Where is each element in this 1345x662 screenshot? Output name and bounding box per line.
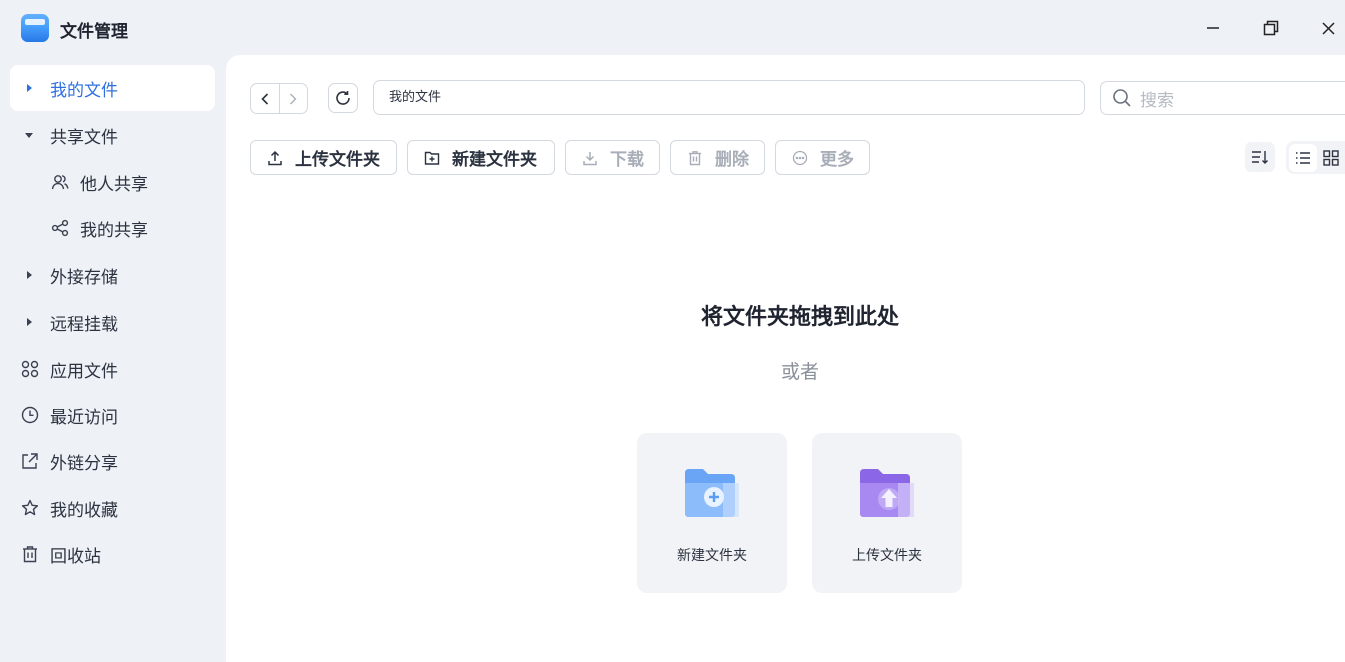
external-link-icon bbox=[20, 452, 40, 470]
sidebar-item-recent[interactable]: 最近访问 bbox=[10, 392, 215, 438]
path-bar[interactable]: 我的文件 bbox=[373, 80, 1085, 115]
grid-view-button[interactable] bbox=[1317, 144, 1345, 172]
close-button[interactable] bbox=[1314, 14, 1342, 42]
app-title: 文件管理 bbox=[60, 22, 128, 42]
forward-button[interactable] bbox=[280, 84, 308, 113]
sidebar: 我的文件 共享文件 他人共享 我的共享 外接存储 远程挂载 应用文件 最近访问 … bbox=[0, 56, 225, 662]
sidebar-item-label: 回收站 bbox=[50, 546, 101, 567]
sort-icon bbox=[1252, 151, 1268, 164]
sidebar-item-label: 外链分享 bbox=[50, 453, 118, 474]
delete-label: 删除 bbox=[715, 150, 749, 170]
sidebar-item-label: 我的收藏 bbox=[50, 500, 118, 521]
close-icon bbox=[1321, 21, 1335, 35]
upload-folder-icon bbox=[860, 469, 914, 517]
chevron-left-icon bbox=[261, 92, 268, 105]
upload-folder-card[interactable]: 上传文件夹 bbox=[812, 433, 962, 593]
search-input[interactable]: 搜索 bbox=[1100, 81, 1345, 115]
sidebar-item-label: 共享文件 bbox=[50, 127, 118, 148]
title-bar: 文件管理 bbox=[0, 0, 1345, 56]
new-folder-card-label: 新建文件夹 bbox=[677, 548, 747, 564]
star-icon bbox=[20, 499, 40, 517]
new-folder-card[interactable]: 新建文件夹 bbox=[637, 433, 787, 593]
sort-button[interactable] bbox=[1245, 142, 1275, 172]
sidebar-item-label: 我的共享 bbox=[80, 220, 148, 241]
caret-right-icon bbox=[23, 270, 35, 280]
caret-right-icon bbox=[23, 83, 35, 93]
upload-folder-button[interactable]: 上传文件夹 bbox=[250, 140, 397, 175]
drop-zone-or: 或者 bbox=[780, 361, 819, 383]
apps-icon bbox=[20, 360, 40, 378]
refresh-icon bbox=[336, 91, 350, 105]
restore-icon bbox=[1263, 20, 1279, 36]
search-placeholder: 搜索 bbox=[1140, 90, 1174, 111]
more-label: 更多 bbox=[820, 150, 854, 170]
new-folder-icon bbox=[685, 469, 739, 517]
upload-folder-card-label: 上传文件夹 bbox=[852, 548, 922, 564]
upload-icon bbox=[267, 150, 283, 166]
history-nav bbox=[250, 83, 308, 114]
main-panel: 我的文件 搜索 上传文件夹 新建文件夹 下载 删除 更多 将文件夹拖拽到此处 或 bbox=[226, 55, 1345, 662]
sidebar-item-label: 我的文件 bbox=[50, 80, 118, 101]
more-button[interactable]: 更多 bbox=[775, 140, 870, 175]
sidebar-item-label: 他人共享 bbox=[80, 174, 148, 195]
sidebar-item-external-storage[interactable]: 外接存储 bbox=[10, 252, 215, 298]
sidebar-item-favorites[interactable]: 我的收藏 bbox=[10, 485, 215, 531]
view-toggle bbox=[1286, 141, 1345, 174]
new-folder-button[interactable]: 新建文件夹 bbox=[407, 140, 555, 175]
clock-icon bbox=[20, 406, 40, 424]
folder-app-icon bbox=[21, 14, 49, 42]
download-button[interactable]: 下载 bbox=[565, 140, 660, 175]
grid-icon bbox=[1323, 149, 1339, 166]
trash-icon bbox=[687, 150, 703, 166]
sidebar-item-recycle-bin[interactable]: 回收站 bbox=[10, 531, 215, 577]
sidebar-item-link-share[interactable]: 外链分享 bbox=[10, 438, 215, 484]
sidebar-item-my-shares[interactable]: 我的共享 bbox=[10, 205, 215, 251]
delete-button[interactable]: 删除 bbox=[670, 140, 765, 175]
download-icon bbox=[582, 150, 598, 166]
minimize-icon bbox=[1207, 27, 1219, 29]
list-icon bbox=[1296, 151, 1310, 164]
sidebar-item-my-files[interactable]: 我的文件 bbox=[10, 65, 215, 111]
sidebar-item-app-files[interactable]: 应用文件 bbox=[10, 346, 215, 392]
upload-folder-label: 上传文件夹 bbox=[295, 150, 380, 170]
sidebar-item-label: 应用文件 bbox=[50, 361, 118, 382]
trash-icon bbox=[20, 545, 40, 563]
restore-button[interactable] bbox=[1257, 14, 1285, 42]
folder-plus-icon bbox=[424, 150, 440, 166]
new-folder-label: 新建文件夹 bbox=[452, 150, 537, 170]
download-label: 下载 bbox=[610, 150, 644, 170]
more-icon bbox=[792, 150, 808, 166]
sidebar-item-shared-files[interactable]: 共享文件 bbox=[10, 112, 215, 158]
drop-zone-title: 将文件夹拖拽到此处 bbox=[700, 305, 899, 330]
users-icon bbox=[50, 173, 70, 191]
list-view-button[interactable] bbox=[1289, 143, 1317, 172]
sidebar-item-label: 外接存储 bbox=[50, 267, 118, 288]
search-icon bbox=[1112, 88, 1132, 108]
back-button[interactable] bbox=[251, 84, 280, 113]
sidebar-item-label: 最近访问 bbox=[50, 407, 118, 428]
caret-right-icon bbox=[23, 317, 35, 327]
refresh-button[interactable] bbox=[328, 83, 358, 113]
minimize-button[interactable] bbox=[1199, 14, 1227, 42]
sidebar-item-shared-with-me[interactable]: 他人共享 bbox=[10, 159, 215, 205]
caret-down-icon bbox=[23, 131, 35, 139]
share-icon bbox=[50, 219, 70, 237]
sidebar-item-label: 远程挂载 bbox=[50, 314, 118, 335]
chevron-right-icon bbox=[290, 93, 297, 104]
sidebar-item-remote-mount[interactable]: 远程挂载 bbox=[10, 299, 215, 345]
